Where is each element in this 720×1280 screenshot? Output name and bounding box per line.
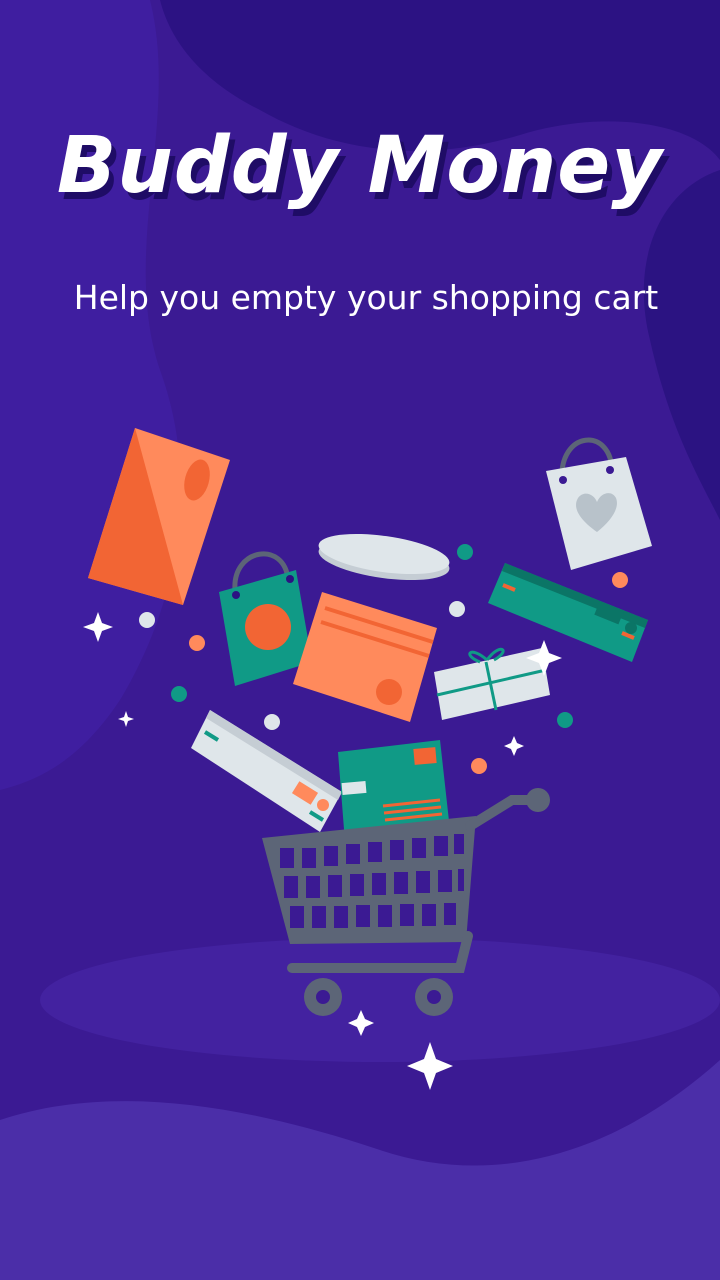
splash-screen: Buddy Money Help you empty your shopping… xyxy=(0,0,720,1280)
shopping-illustration xyxy=(83,428,652,1090)
disc-lid-icon xyxy=(318,533,450,581)
heart-bag-icon xyxy=(546,437,652,570)
orange-box-icon xyxy=(293,592,437,722)
teal-shopping-bag-icon xyxy=(219,551,312,686)
paper-long-box-icon xyxy=(191,710,342,832)
orange-shopping-bag-icon xyxy=(88,428,230,605)
